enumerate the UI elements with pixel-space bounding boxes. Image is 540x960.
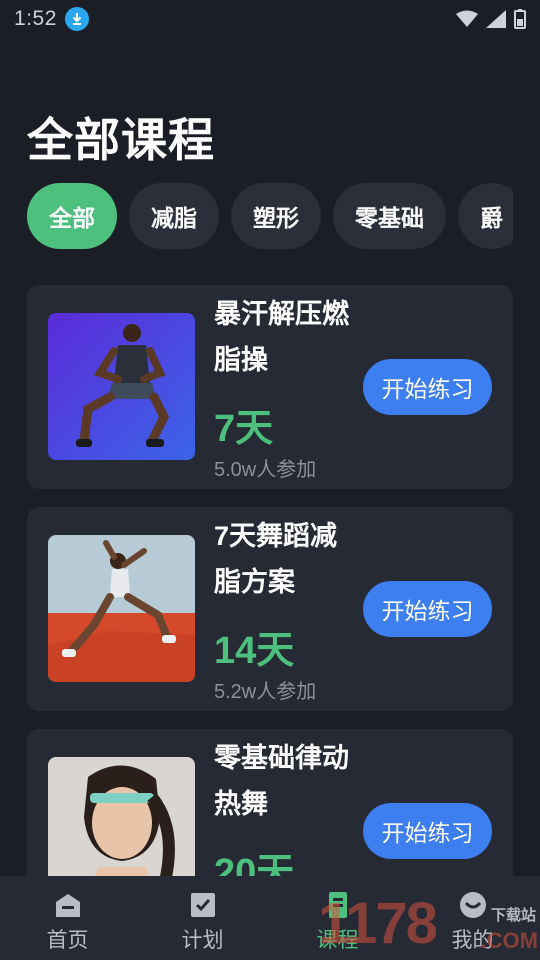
start-practice-button[interactable]: 开始练习: [363, 581, 492, 637]
nav-item-home[interactable]: 首页: [0, 876, 135, 960]
wifi-icon: [456, 10, 478, 27]
signal-icon: [486, 10, 506, 28]
start-practice-button[interactable]: 开始练习: [363, 359, 492, 415]
page-title: 全部课程: [27, 114, 215, 166]
nav-label-profile: 我的: [451, 929, 494, 952]
nav-label-plan: 计划: [181, 929, 224, 952]
status-time: 1:52: [14, 7, 57, 30]
course-title: 7天舞蹈减脂方案: [214, 521, 338, 597]
course-participants: 5.2w人参加: [214, 681, 317, 703]
filter-chip-shaping[interactable]: 塑形: [231, 183, 321, 249]
course-thumbnail: [48, 313, 195, 460]
course-card[interactable]: 暴汗解压燃脂操 7天 5.0w人参加 开始练习: [27, 285, 513, 489]
nav-item-course[interactable]: 课程: [270, 876, 405, 960]
course-thumbnail: [48, 535, 195, 682]
course-title: 零基础律动热舞: [214, 743, 349, 819]
category-filter-bar: 全部 减脂 塑形 零基础爵: [27, 183, 513, 249]
course-title: 暴汗解压燃脂操: [214, 299, 349, 375]
profile-icon: [458, 890, 488, 920]
bottom-navigation: 首页 计划 课程 我的: [0, 876, 540, 960]
download-icon: [64, 7, 89, 31]
nav-item-plan[interactable]: 计划: [135, 876, 270, 960]
nav-item-profile[interactable]: 我的: [405, 876, 540, 960]
course-icon: [323, 890, 353, 920]
nav-label-course: 课程: [316, 929, 359, 952]
filter-chip-beginner[interactable]: 零基础: [333, 183, 446, 249]
course-participants: 5.0w人参加: [214, 459, 317, 481]
filter-chip-fat-loss[interactable]: 减脂: [129, 183, 219, 249]
course-duration: 7天: [214, 408, 274, 450]
filter-chip-jazz[interactable]: 爵: [458, 183, 513, 249]
status-bar: 1:52: [0, 0, 540, 38]
nav-label-home: 首页: [46, 929, 89, 952]
checklist-icon: [188, 890, 218, 920]
filter-chip-all[interactable]: 全部: [27, 183, 117, 249]
home-icon: [53, 890, 83, 920]
battery-icon: [514, 9, 526, 29]
course-duration: 14天: [214, 630, 295, 672]
course-card[interactable]: 7天舞蹈减脂方案 14天 5.2w人参加 开始练习: [27, 507, 513, 711]
start-practice-button[interactable]: 开始练习: [363, 803, 492, 859]
